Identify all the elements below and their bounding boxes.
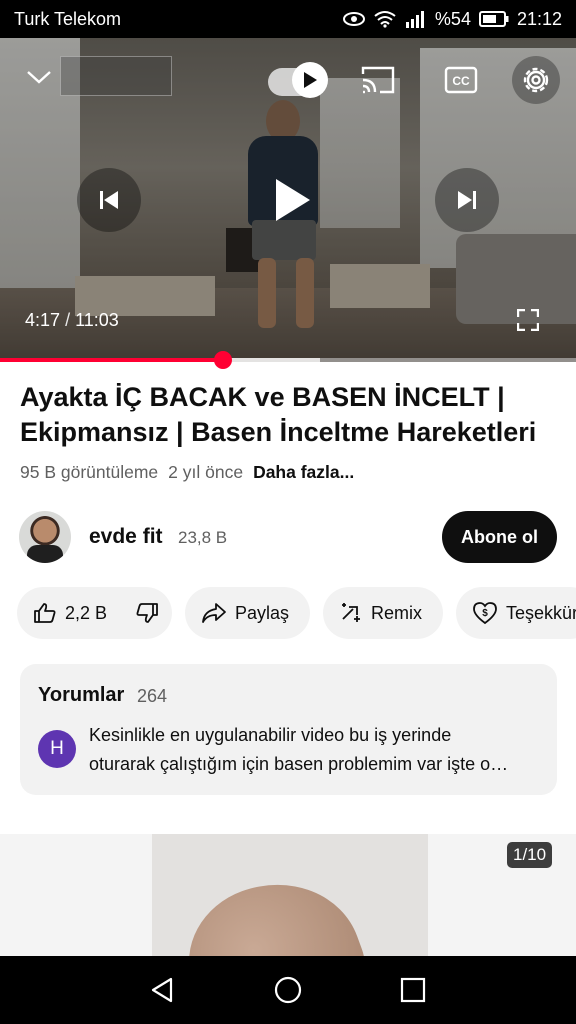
video-overlay-caption (60, 56, 172, 96)
svg-text:CC: CC (452, 74, 470, 88)
status-icons: %54 21:12 (342, 8, 562, 30)
current-time: 4:17 (25, 310, 61, 330)
dislike-button[interactable] (135, 601, 159, 625)
comments-card[interactable]: Yorumlar 264 H Kesinlikle en uygulanabil… (20, 664, 557, 795)
cast-icon[interactable] (358, 62, 398, 98)
comments-count: 264 (137, 686, 168, 706)
commenter-avatar: H (38, 730, 76, 768)
progress-scrubber[interactable] (213, 351, 232, 369)
thanks-button[interactable]: $ Teşekkür (456, 587, 576, 639)
cc-icon[interactable]: CC (442, 64, 480, 96)
comment-line-2: oturarak çalıştığım için basen problemim… (89, 754, 509, 774)
view-count: 95 B görüntüleme (20, 462, 159, 482)
playback-time: 4:17 / 11:03 (25, 310, 119, 331)
like-button[interactable]: 2,2 B (33, 601, 107, 625)
autoplay-toggle-icon[interactable] (292, 62, 328, 98)
like-dislike-chip: 2,2 B (17, 587, 172, 639)
share-label: Paylaş (235, 602, 290, 623)
video-meta[interactable]: 95 B görüntüleme 2 yıl önce Daha fazla..… (20, 462, 354, 483)
video-title[interactable]: Ayakta İÇ BACAK ve BASEN İNCELT | Ekipma… (20, 380, 560, 450)
product-shelf[interactable] (0, 834, 576, 956)
back-icon[interactable] (139, 966, 187, 1014)
subscribe-button[interactable]: Abone ol (442, 511, 557, 563)
channel-name[interactable]: evde fit (89, 525, 163, 549)
video-player[interactable]: CC 4:17 / 11:03 (0, 38, 576, 362)
remix-button[interactable]: Remix (323, 587, 443, 639)
remix-icon (342, 603, 360, 622)
channel-avatar[interactable] (19, 511, 71, 563)
wifi-icon (373, 10, 397, 28)
remix-label: Remix (371, 602, 423, 623)
heart-dollar-icon: $ (473, 602, 497, 625)
battery-icon (478, 11, 509, 27)
recents-icon[interactable] (389, 966, 437, 1014)
thumbs-down-icon (136, 603, 158, 623)
signal-icon (405, 10, 427, 28)
next-icon[interactable] (435, 168, 499, 232)
carrier-label: Turk Telekom (14, 8, 122, 29)
progress-played (0, 358, 223, 362)
time-separator: / (65, 310, 71, 330)
share-icon (202, 603, 226, 623)
previous-icon[interactable] (77, 168, 141, 232)
battery-percent: %54 (434, 8, 471, 29)
fullscreen-icon[interactable] (512, 304, 544, 336)
thanks-label: Teşekkür (506, 602, 576, 623)
comment-line-1: Kesinlikle en uygulanabilir video bu iş … (89, 725, 452, 745)
share-button[interactable]: Paylaş (185, 587, 310, 639)
system-nav-bar (0, 956, 576, 1024)
settings-icon[interactable] (512, 56, 560, 104)
svg-text:$: $ (482, 608, 488, 619)
chevron-down-icon[interactable] (22, 62, 56, 92)
eye-icon (342, 11, 365, 27)
status-bar: Turk Telekom %54 21:12 (0, 0, 576, 38)
thumbs-up-icon (34, 603, 56, 623)
play-icon[interactable] (256, 164, 328, 236)
comments-title: Yorumlar (38, 684, 125, 706)
more-link[interactable]: Daha fazla... (253, 462, 354, 483)
home-icon[interactable] (264, 966, 312, 1014)
clock: 21:12 (516, 8, 562, 29)
upload-age: 2 yıl önce (168, 462, 244, 482)
duration: 11:03 (75, 310, 119, 330)
top-comment-text: Kesinlikle en uygulanabilir video bu iş … (89, 721, 541, 779)
like-count: 2,2 B (65, 602, 108, 623)
shelf-counter: 1/10 (507, 842, 553, 868)
avatar-shirt (27, 545, 63, 563)
subscriber-count: 23,8 B (178, 528, 228, 547)
